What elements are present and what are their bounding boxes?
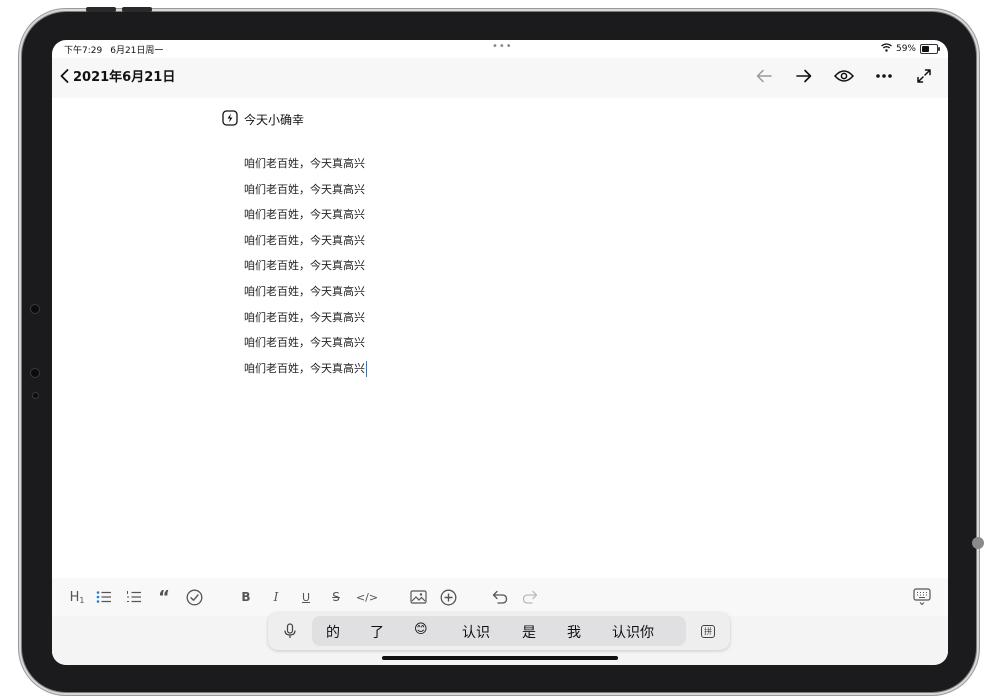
fullscreen-icon[interactable] [912, 64, 936, 88]
add-circle-icon[interactable] [438, 587, 458, 607]
text-cursor [366, 360, 367, 377]
candidate-item[interactable]: 是 [522, 622, 536, 642]
italic-button[interactable]: I [266, 587, 286, 607]
code-label: </> [355, 590, 379, 604]
battery-percent: 59% [895, 44, 916, 54]
note-title[interactable]: 今天小确幸 [222, 110, 304, 129]
undo-icon[interactable] [490, 587, 510, 607]
eye-icon[interactable] [832, 64, 856, 88]
ime-switch-button[interactable]: 拼 [698, 621, 718, 641]
status-date: 6月21日周一 [110, 46, 164, 56]
bold-button[interactable]: B [236, 587, 256, 607]
underline-label: U [301, 590, 311, 604]
candidate-item[interactable]: 的 [326, 622, 340, 642]
note-line[interactable]: 咱们老百姓，今天真高兴 [244, 253, 367, 279]
note-editor[interactable]: 今天小确幸 咱们老百姓，今天真高兴 咱们老百姓，今天真高兴 咱们老百姓，今天真高… [52, 98, 948, 578]
quote-icon: “ [158, 586, 170, 608]
volume-button [122, 7, 152, 12]
bullet-list-icon[interactable] [94, 587, 114, 607]
assistive-touch-dot[interactable] [972, 537, 984, 549]
note-title-text: 今天小确幸 [244, 113, 305, 127]
strikethrough-button[interactable]: S [326, 587, 346, 607]
code-button[interactable]: </> [356, 587, 378, 607]
note-line-text: 咱们老百姓，今天真高兴 [244, 361, 365, 375]
heading-button[interactable]: H1 [66, 587, 88, 607]
note-body[interactable]: 咱们老百姓，今天真高兴 咱们老百姓，今天真高兴 咱们老百姓，今天真高兴 咱们老百… [244, 151, 367, 381]
microphone-icon[interactable] [280, 621, 300, 641]
chevron-left-icon [60, 68, 69, 83]
italic-label: I [273, 590, 279, 604]
ime-candidate-bar: 的 了 😊 认识 是 我 认识你 拼 [268, 612, 730, 650]
image-icon[interactable] [408, 587, 428, 607]
note-date-title: 2021年6月21日 [73, 70, 176, 85]
note-line[interactable]: 咱们老百姓，今天真高兴 [244, 228, 367, 254]
home-indicator[interactable] [382, 656, 618, 660]
candidate-item[interactable]: 了 [370, 622, 384, 642]
status-time: 下午7:29 [64, 46, 103, 56]
lightning-icon [222, 110, 238, 129]
status-bar: 下午7:29 6月21日周一 ••• 59% [52, 40, 948, 58]
quote-button[interactable]: “ [154, 586, 174, 608]
candidate-item[interactable]: 😊 [414, 622, 428, 637]
app-screen: 下午7:29 6月21日周一 ••• 59% 2021年6月21日 今天小确幸 … [52, 40, 948, 665]
note-line[interactable]: 咱们老百姓，今天真高兴 [244, 279, 367, 305]
more-icon[interactable] [872, 64, 896, 88]
candidate-list: 的 了 😊 认识 是 我 认识你 [312, 616, 686, 646]
bold-label: B [241, 590, 251, 604]
strikethrough-label: S [332, 590, 340, 604]
keyboard-dismiss-icon[interactable] [912, 587, 932, 607]
heading-level: 1 [79, 595, 85, 605]
volume-button [86, 7, 116, 12]
checkbox-icon[interactable] [184, 587, 204, 607]
note-line[interactable]: 咱们老百姓，今天真高兴 [244, 305, 367, 331]
candidate-item[interactable]: 认识你 [612, 622, 654, 642]
redo-icon[interactable] [520, 587, 540, 607]
note-line[interactable]: 咱们老百姓，今天真高兴 [244, 330, 367, 356]
navigation-bar: 2021年6月21日 [52, 58, 948, 98]
camera-dot [30, 368, 40, 378]
numbered-list-icon[interactable] [124, 587, 144, 607]
back-button[interactable]: 2021年6月21日 [60, 66, 175, 85]
format-toolbar: H1 “ B I U S </> [52, 578, 948, 616]
undo-arrow-icon[interactable] [752, 64, 776, 88]
note-line-last[interactable]: 咱们老百姓，今天真高兴 [244, 356, 367, 382]
underline-button[interactable]: U [296, 587, 316, 607]
heading-label: H [69, 589, 80, 605]
wifi-icon [881, 43, 892, 55]
redo-arrow-icon[interactable] [792, 64, 816, 88]
sensor-dot [32, 392, 39, 399]
note-line[interactable]: 咱们老百姓，今天真高兴 [244, 151, 367, 177]
sensor-dot [30, 304, 40, 314]
candidate-item[interactable]: 认识 [462, 622, 490, 642]
note-line[interactable]: 咱们老百姓，今天真高兴 [244, 202, 367, 228]
candidate-item[interactable]: 我 [567, 622, 581, 642]
keyboard-switch-icon: 拼 [701, 624, 715, 638]
multitasking-dots[interactable]: ••• [492, 41, 513, 52]
keyboard-area: 的 了 😊 认识 是 我 认识你 拼 [52, 612, 948, 665]
battery-icon [920, 44, 940, 54]
note-line[interactable]: 咱们老百姓，今天真高兴 [244, 177, 367, 203]
